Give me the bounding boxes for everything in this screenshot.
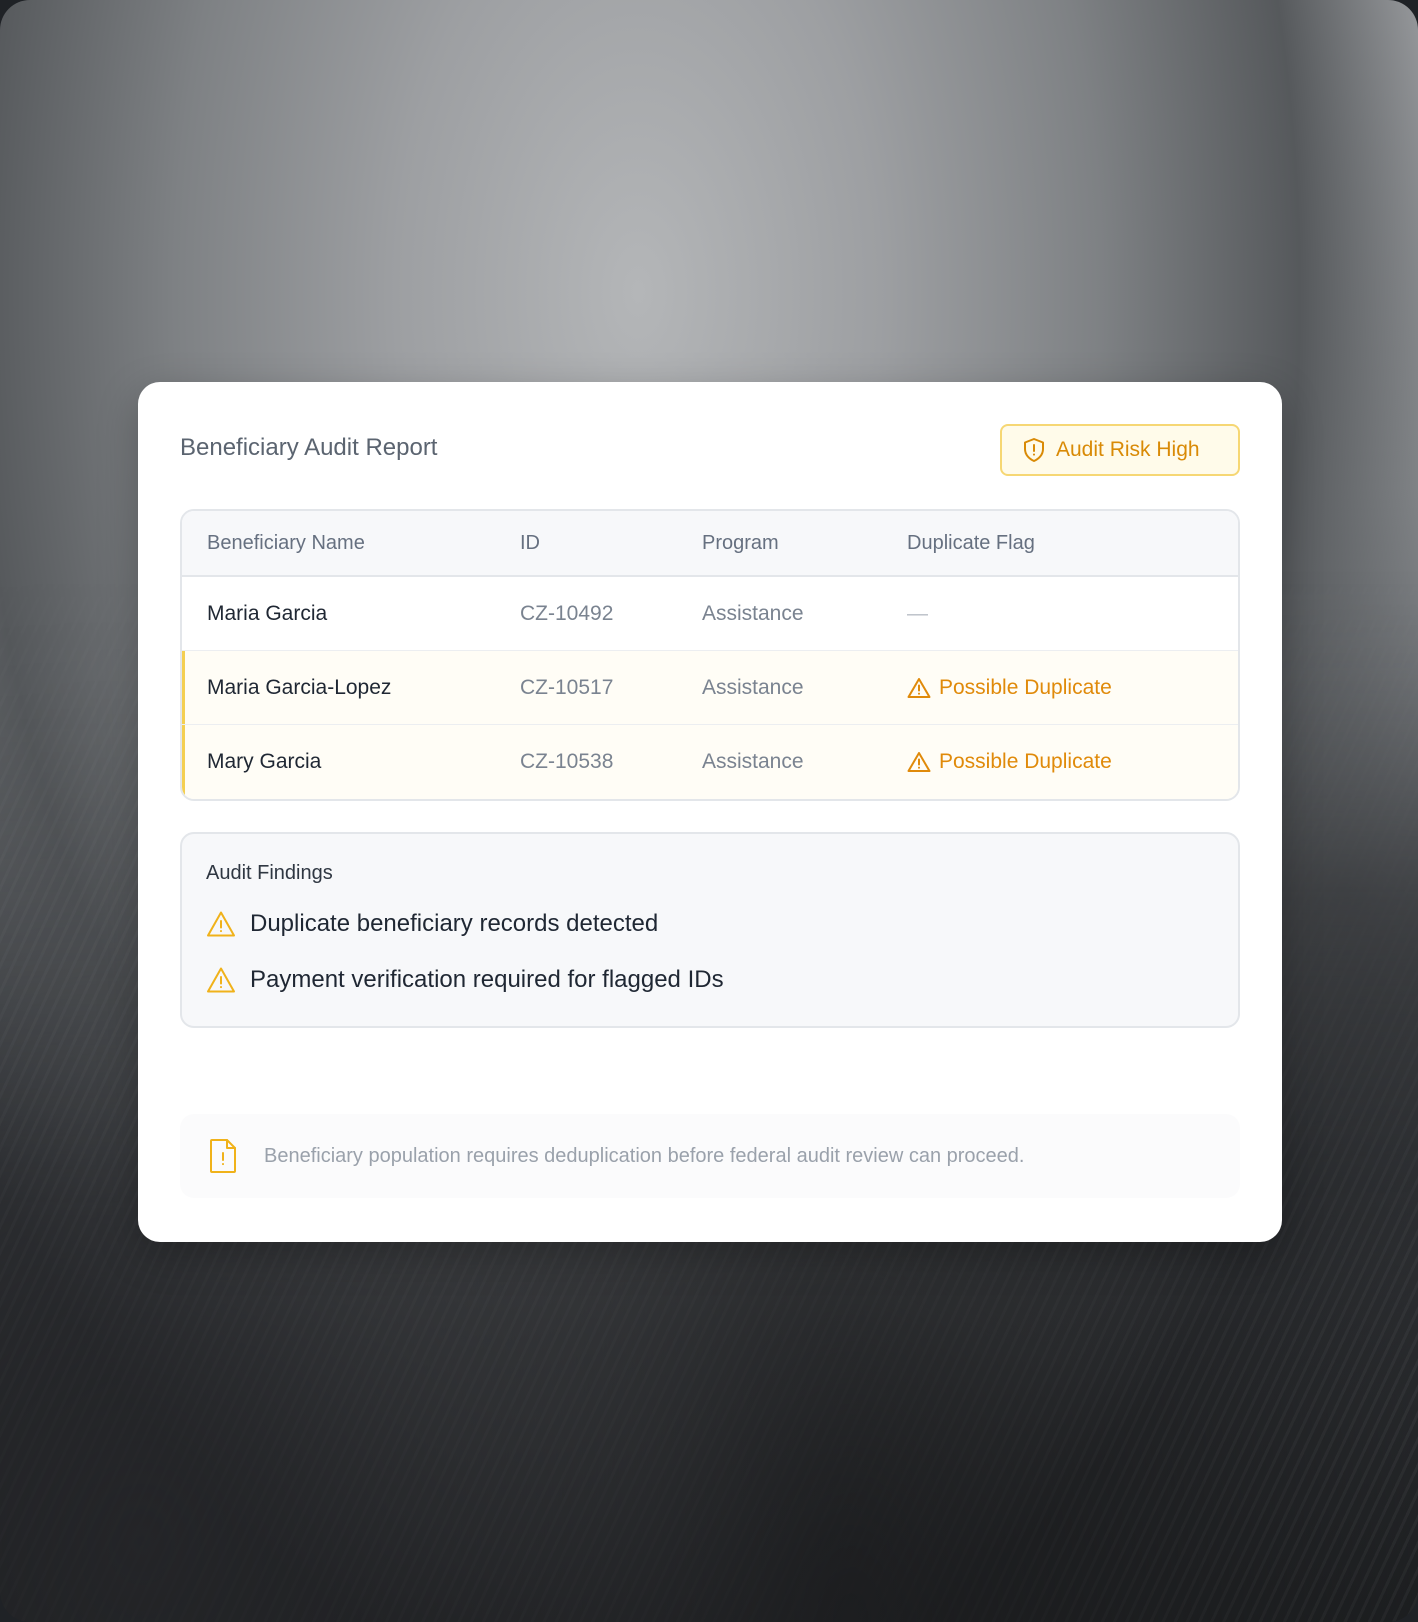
table-row[interactable]: Maria Garcia CZ-10492 Assistance —: [182, 577, 1238, 651]
warning-triangle-icon: [907, 677, 931, 698]
column-header-id[interactable]: ID: [520, 532, 702, 555]
file-alert-icon: [210, 1139, 236, 1173]
page-title: Beneficiary Audit Report: [180, 434, 438, 461]
finding-item: Payment verification required for flagge…: [206, 966, 724, 994]
beneficiary-program: Assistance: [702, 675, 804, 699]
finding-text: Duplicate beneficiary records detected: [250, 910, 659, 937]
audit-findings-panel: Audit Findings Duplicate beneficiary rec…: [180, 832, 1240, 1028]
beneficiary-id: CZ-10538: [520, 750, 614, 773]
beneficiary-table: Beneficiary Name ID Program Duplicate Fl…: [180, 509, 1240, 801]
table-header: Beneficiary Name ID Program Duplicate Fl…: [182, 511, 1238, 577]
duplicate-flag-label: Possible Duplicate: [939, 675, 1112, 699]
duplicate-flag-label: Possible Duplicate: [939, 750, 1112, 773]
beneficiary-name: Maria Garcia: [207, 601, 328, 625]
beneficiary-name: Maria Garcia-Lopez: [207, 675, 392, 699]
background-photo: Beneficiary Audit Report Audit Risk High…: [0, 0, 1418, 1622]
beneficiary-program: Assistance: [702, 601, 804, 625]
finding-text: Payment verification required for flagge…: [250, 966, 724, 993]
column-header-program[interactable]: Program: [702, 532, 907, 555]
column-header-duplicate-flag[interactable]: Duplicate Flag: [907, 532, 1238, 555]
audit-report-card: Beneficiary Audit Report Audit Risk High…: [138, 382, 1282, 1242]
warning-triangle-icon: [207, 967, 235, 993]
table-row-flagged[interactable]: Mary Garcia CZ-10538 Assistance Possible…: [182, 725, 1238, 799]
no-flag-dash: —: [907, 601, 928, 625]
audit-note-text: Beneficiary population requires deduplic…: [264, 1144, 1025, 1167]
audit-risk-badge: Audit Risk High: [1000, 424, 1240, 476]
column-header-name[interactable]: Beneficiary Name: [182, 532, 520, 555]
finding-item: Duplicate beneficiary records detected: [206, 910, 658, 938]
beneficiary-id: CZ-10492: [520, 601, 614, 625]
table-row-flagged[interactable]: Maria Garcia-Lopez CZ-10517 Assistance P…: [182, 651, 1238, 725]
beneficiary-program: Assistance: [702, 750, 804, 773]
beneficiary-name: Mary Garcia: [207, 750, 322, 773]
shield-alert-icon: [1024, 438, 1044, 462]
audit-risk-label: Audit Risk High: [1056, 438, 1200, 461]
warning-triangle-icon: [207, 911, 235, 937]
audit-note: Beneficiary population requires deduplic…: [180, 1114, 1240, 1198]
findings-title: Audit Findings: [206, 862, 333, 884]
beneficiary-id: CZ-10517: [520, 675, 614, 699]
warning-triangle-icon: [907, 752, 931, 772]
